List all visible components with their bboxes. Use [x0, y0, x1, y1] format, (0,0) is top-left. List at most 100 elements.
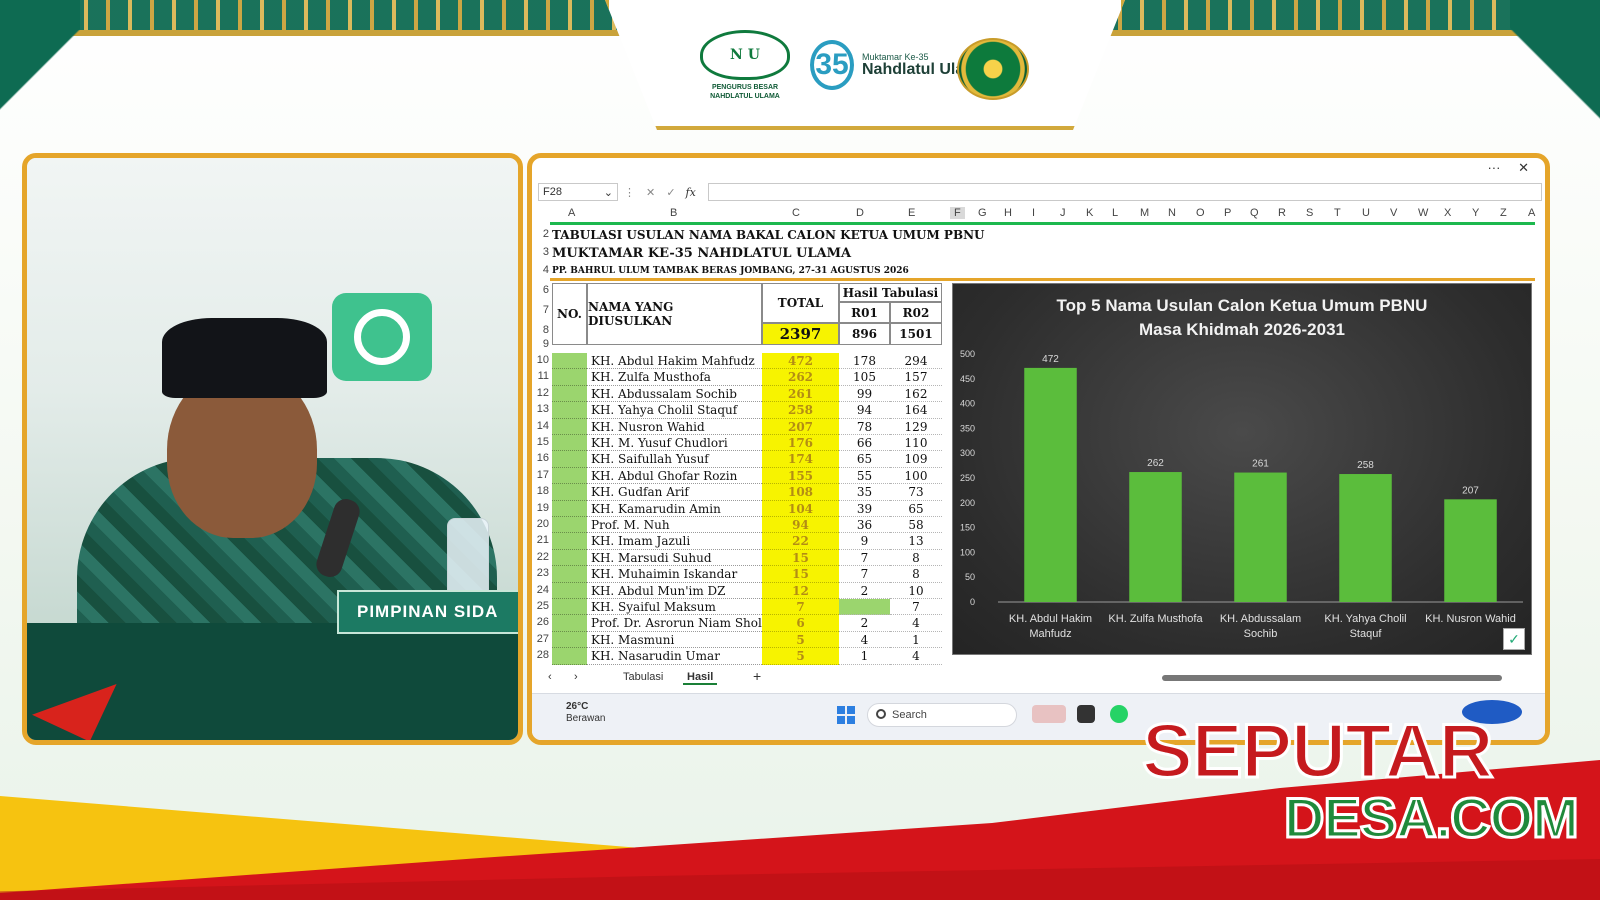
row-r02-cell[interactable]: 73	[890, 484, 942, 501]
row-name-cell[interactable]: KH. Gudfan Arif	[587, 484, 762, 501]
row-no-cell[interactable]	[552, 517, 587, 534]
row-name-cell[interactable]: KH. Zulfa Musthofa	[587, 369, 762, 386]
column-header[interactable]: T	[1334, 207, 1341, 219]
row-number[interactable]: 26	[537, 616, 549, 628]
row-name-cell[interactable]: KH. Abdul Ghofar Rozin	[587, 468, 762, 485]
row-number[interactable]: 19	[537, 502, 549, 514]
column-header[interactable]: U	[1362, 207, 1370, 219]
row-r01-cell[interactable]: 78	[839, 419, 890, 435]
row-name-cell[interactable]: KH. Yahya Cholil Staquf	[587, 402, 762, 419]
row-no-cell[interactable]	[552, 369, 587, 386]
column-header[interactable]: O	[1196, 207, 1205, 219]
row-total-cell[interactable]: 108	[762, 484, 839, 501]
row-r02-cell[interactable]: 100	[890, 468, 942, 485]
row-number[interactable]: 9	[543, 338, 549, 350]
row-r01-cell[interactable]: 36	[839, 517, 890, 534]
row-number[interactable]: 28	[537, 649, 549, 661]
cancel-confirm-icons[interactable]: ⋮ ✕ ✓	[624, 186, 680, 199]
row-r01-cell[interactable]: 178	[839, 353, 890, 370]
more-options-button[interactable]: ···	[1487, 160, 1500, 175]
row-no-cell[interactable]	[552, 582, 587, 599]
close-button[interactable]: ✕	[1518, 160, 1529, 175]
chart-bar[interactable]	[1444, 499, 1497, 602]
row-name-cell[interactable]: KH. Abdul Hakim Mahfudz	[587, 353, 762, 370]
row-name-cell[interactable]: KH. Nasarudin Umar	[587, 648, 762, 665]
row-number[interactable]: 25	[537, 600, 549, 612]
chart-check-icon[interactable]: ✓	[1503, 628, 1525, 650]
row-r02-cell[interactable]: 1	[890, 632, 942, 649]
chart-bar[interactable]	[1129, 472, 1182, 602]
row-r01-cell[interactable]: 7	[839, 550, 890, 567]
row-total-cell[interactable]: 258	[762, 402, 839, 419]
row-name-cell[interactable]: KH. Nusron Wahid	[587, 419, 762, 435]
row-number[interactable]: 20	[537, 518, 549, 530]
taskbar-search[interactable]: Search	[867, 703, 1017, 727]
tab-hasil[interactable]: Hasil	[683, 671, 718, 685]
whatsapp-icon[interactable]	[1110, 705, 1128, 723]
column-header[interactable]: W	[1418, 207, 1428, 219]
row-r02-cell[interactable]: 58	[890, 517, 942, 534]
start-icon[interactable]	[837, 706, 855, 724]
row-no-cell[interactable]	[552, 385, 587, 403]
row-total-cell[interactable]: 155	[762, 467, 839, 485]
row-no-cell[interactable]	[552, 402, 587, 419]
column-header[interactable]: C	[792, 207, 800, 219]
row-total-cell[interactable]: 22	[762, 533, 839, 550]
row-r01-cell[interactable]: 94	[839, 402, 890, 419]
row-number[interactable]: 17	[537, 469, 549, 481]
row-name-cell[interactable]: KH. Abdussalam Sochib	[587, 386, 762, 403]
row-r01-cell[interactable]: 9	[839, 533, 890, 550]
row-r02-cell[interactable]: 162	[890, 386, 942, 403]
row-no-cell[interactable]	[552, 418, 587, 435]
row-r01-cell[interactable]: 55	[839, 468, 890, 485]
row-name-cell[interactable]: KH. Imam Jazuli	[587, 533, 762, 550]
row-no-cell[interactable]	[552, 566, 587, 583]
row-r02-cell[interactable]: 109	[890, 451, 942, 468]
row-number[interactable]: 23	[537, 567, 549, 579]
row-r02-cell[interactable]: 294	[890, 353, 942, 370]
row-name-cell[interactable]: KH. Abdul Mun'im DZ	[587, 583, 762, 599]
tab-scroll-left-icon[interactable]: ‹	[548, 671, 552, 683]
row-no-cell[interactable]	[552, 533, 587, 550]
row-number[interactable]: 2	[543, 228, 549, 240]
row-r01-cell[interactable]: 39	[839, 501, 890, 517]
row-total-cell[interactable]: 94	[762, 517, 839, 534]
column-header[interactable]: M	[1140, 207, 1149, 219]
row-number[interactable]: 4	[543, 264, 549, 276]
formula-input[interactable]	[707, 183, 1542, 201]
row-r02-cell[interactable]: 157	[890, 369, 942, 386]
row-r02-cell[interactable]: 164	[890, 402, 942, 419]
fx-button[interactable]: fx	[686, 186, 696, 199]
top5-chart[interactable]: Top 5 Nama Usulan Calon Ketua Umum PBNU …	[952, 283, 1532, 655]
row-r02-cell[interactable]: 8	[890, 550, 942, 567]
row-name-cell[interactable]: KH. Syaiful Maksum	[587, 599, 762, 616]
row-total-cell[interactable]: 15	[762, 549, 839, 567]
row-r01-cell[interactable]	[839, 599, 890, 616]
row-total-cell[interactable]: 472	[762, 353, 839, 370]
row-total-cell[interactable]: 174	[762, 451, 839, 468]
chart-bar[interactable]	[1024, 367, 1077, 602]
row-number[interactable]: 8	[543, 324, 549, 336]
row-r01-cell[interactable]: 99	[839, 386, 890, 403]
row-no-cell[interactable]	[552, 648, 587, 665]
column-header[interactable]: Z	[1500, 207, 1507, 219]
chart-bar[interactable]	[1234, 472, 1287, 602]
row-r02-cell[interactable]: 7	[890, 599, 942, 616]
row-name-cell[interactable]: KH. M. Yusuf Chudlori	[587, 435, 762, 452]
row-number[interactable]: 14	[537, 420, 549, 432]
row-number[interactable]: 27	[537, 633, 549, 645]
column-header[interactable]: V	[1390, 207, 1397, 219]
row-number[interactable]: 7	[543, 304, 549, 316]
row-r01-cell[interactable]: 2	[839, 583, 890, 599]
row-r01-cell[interactable]: 4	[839, 632, 890, 649]
column-header[interactable]: A	[1528, 207, 1535, 219]
row-total-cell[interactable]: 15	[762, 566, 839, 583]
row-no-cell[interactable]	[552, 549, 587, 567]
row-number[interactable]: 12	[537, 387, 549, 399]
row-total-cell[interactable]: 5	[762, 631, 839, 649]
column-header[interactable]: R	[1278, 207, 1286, 219]
tab-scroll-right-icon[interactable]: ›	[574, 671, 578, 683]
column-header[interactable]: X	[1444, 207, 1451, 219]
column-header[interactable]: B	[670, 207, 677, 219]
row-total-cell[interactable]: 5	[762, 648, 839, 665]
